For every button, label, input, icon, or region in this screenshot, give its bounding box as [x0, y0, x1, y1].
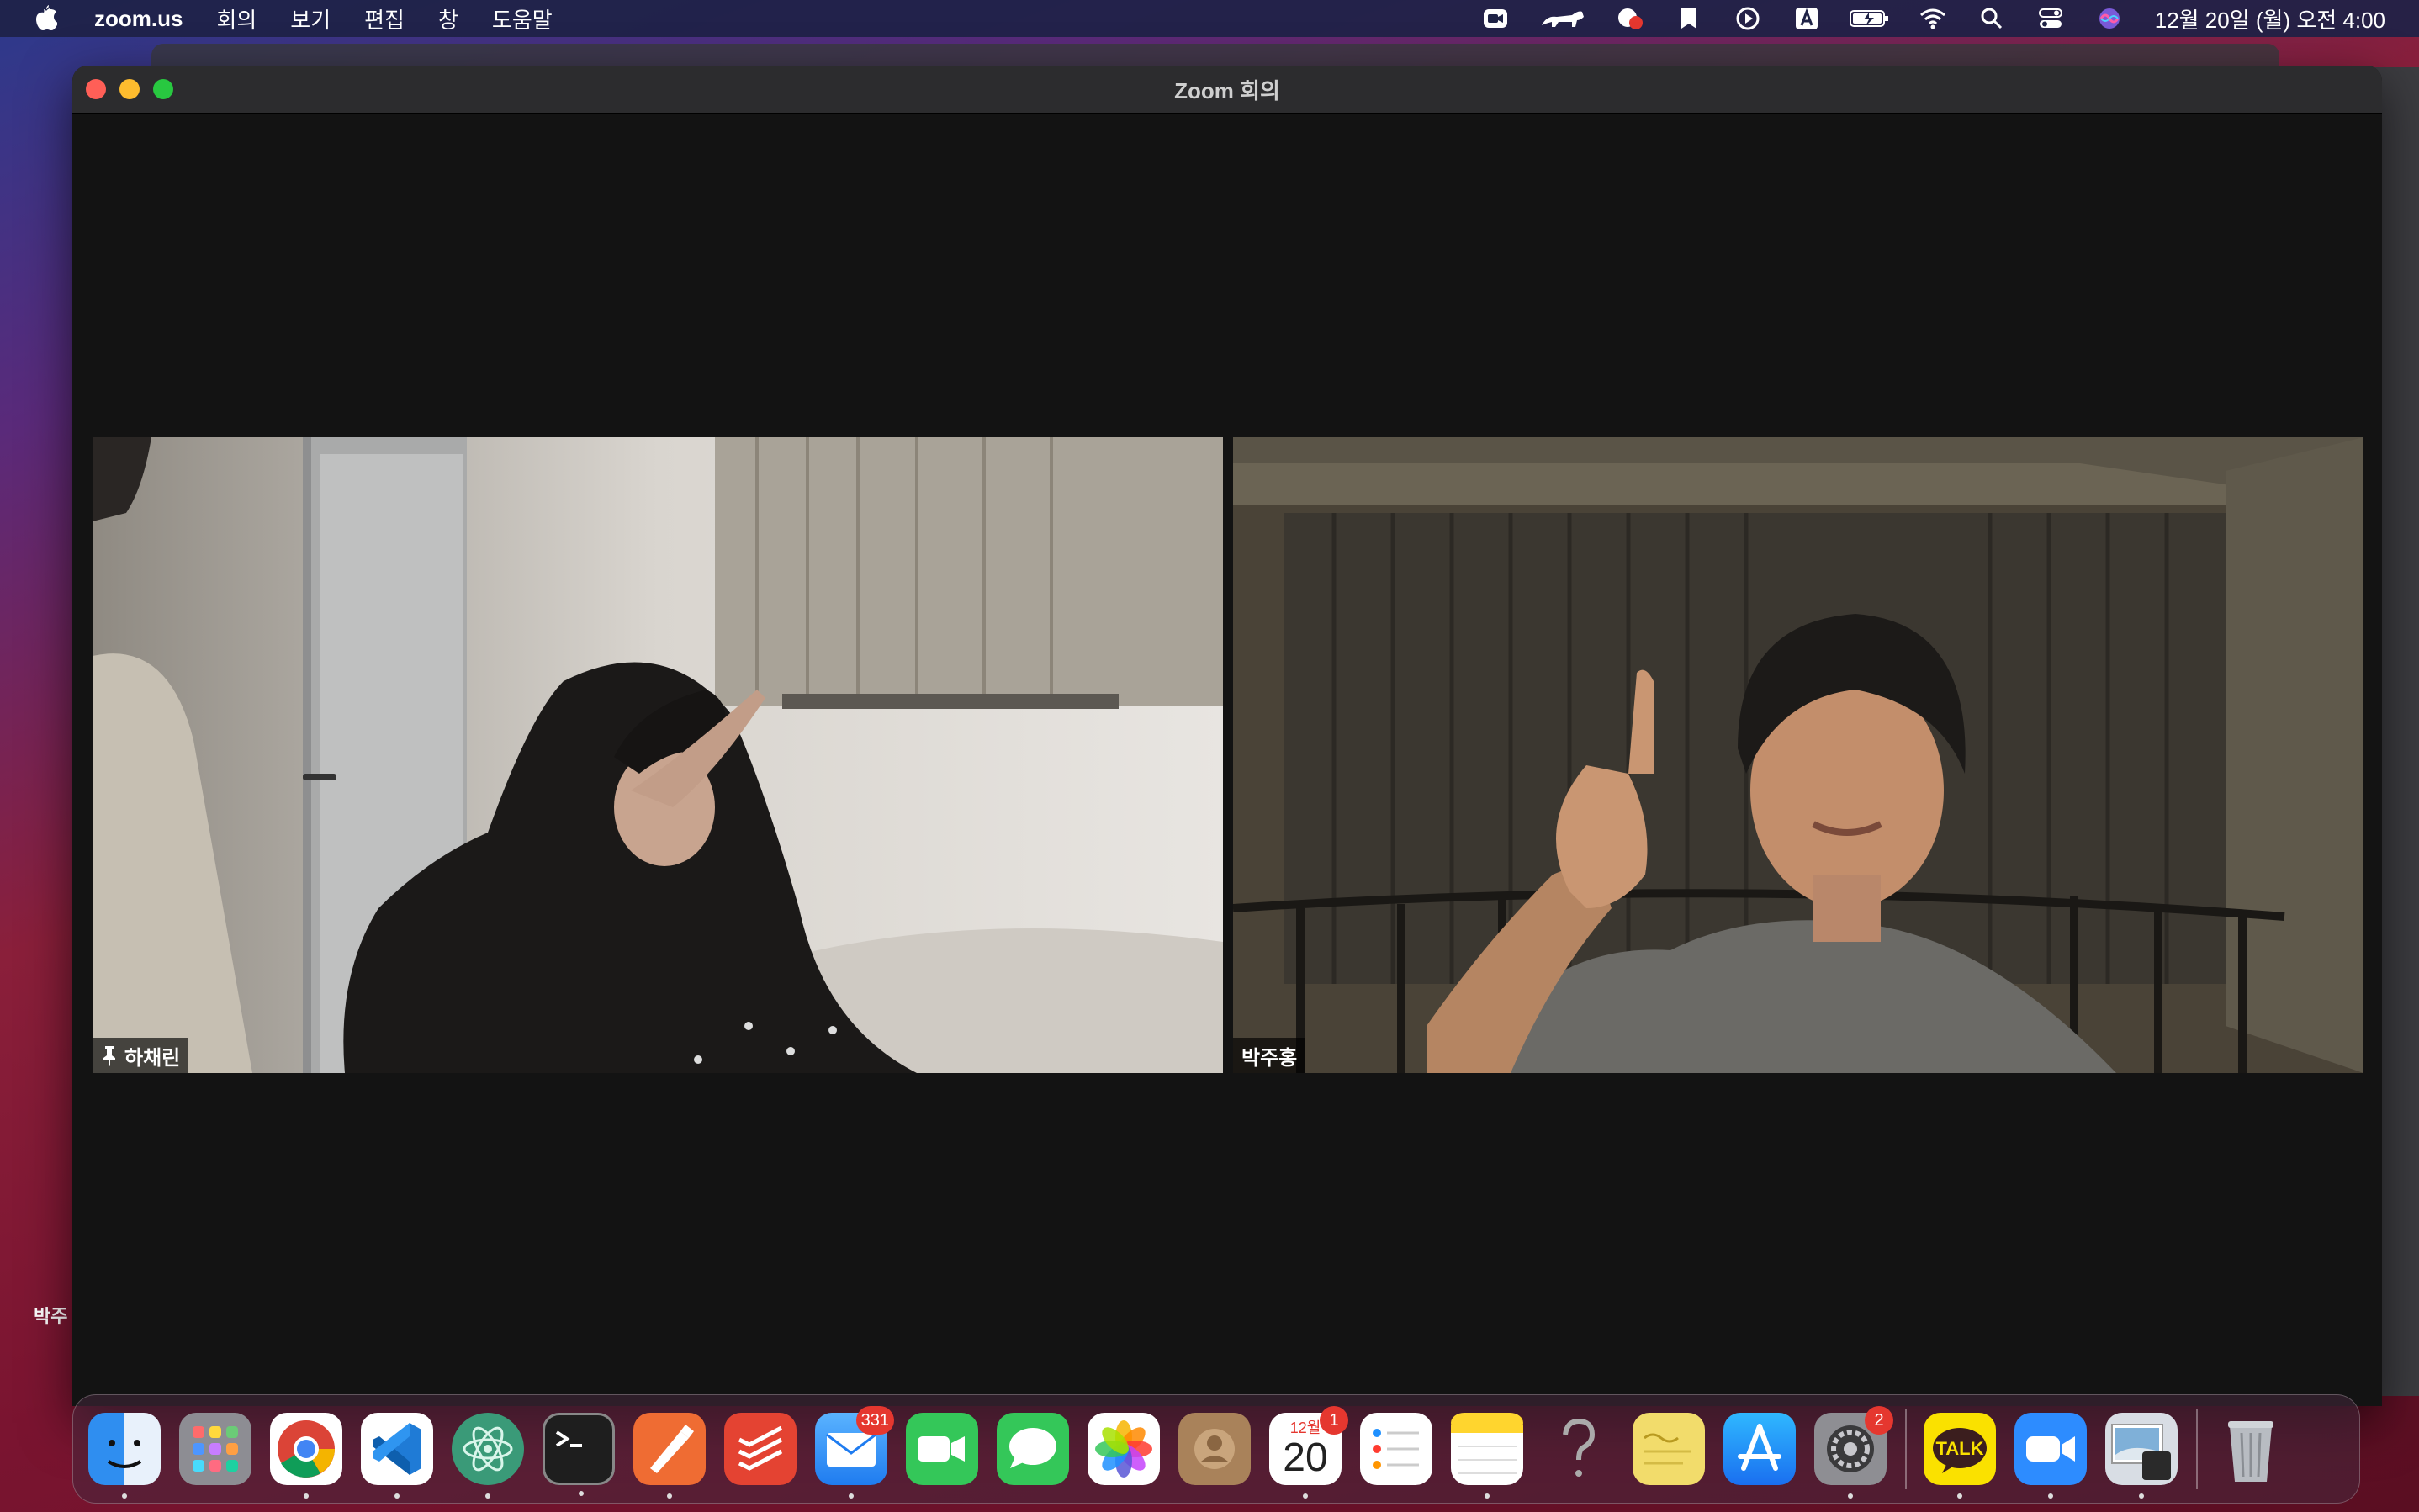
question-mark-icon: [1563, 1418, 1596, 1477]
zoom-meeting-window: Zoom 회의 하채린 박주홍: [72, 66, 2382, 1406]
dock-separator: [1905, 1409, 1907, 1489]
photos-icon: [1095, 1420, 1152, 1478]
menu-window[interactable]: 창: [438, 3, 458, 34]
stickies-icon: [1644, 1433, 1691, 1465]
contacts-icon: [1194, 1429, 1235, 1469]
terminal-icon: [555, 1430, 582, 1447]
dock-unknown-app[interactable]: [1542, 1413, 1614, 1485]
dock-todoist[interactable]: [724, 1413, 797, 1485]
participant-video-tile[interactable]: 하채린: [93, 437, 1223, 1073]
dock-finder[interactable]: [88, 1413, 161, 1499]
menu-bar: zoom.us 회의 보기 편집 창 도움말 12월 20일 (월) 오전 4:…: [0, 0, 2419, 37]
todoist-icon: [738, 1425, 783, 1471]
bookmark-icon[interactable]: [1672, 5, 1706, 32]
battery-icon[interactable]: [1849, 5, 1891, 32]
dock-facetime[interactable]: [906, 1413, 978, 1485]
finder-icon: [107, 1440, 142, 1468]
pen-tool-icon: [650, 1425, 694, 1473]
dock-stickies[interactable]: [1633, 1413, 1705, 1485]
dock-launchpad[interactable]: [179, 1413, 251, 1485]
dock-separator: [2196, 1409, 2198, 1489]
dock-contacts[interactable]: [1178, 1413, 1251, 1485]
calendar-day: 20: [1283, 1435, 1328, 1480]
app-name-menu[interactable]: zoom.us: [94, 6, 183, 32]
input-source-icon[interactable]: [1790, 5, 1824, 32]
chat-notification-icon[interactable]: [1613, 5, 1647, 32]
dock: 331 12월 20 1 2 TALK: [72, 1394, 2360, 1504]
menubar-clock[interactable]: 12월 20일 (월) 오전 4:00: [2155, 3, 2385, 34]
zoom-app-icon: [2026, 1436, 2075, 1462]
wifi-icon[interactable]: [1916, 5, 1950, 32]
apple-menu-icon[interactable]: [30, 3, 61, 34]
search-icon[interactable]: [1975, 5, 2009, 32]
participant-name-tag: 박주홍: [1233, 1038, 1306, 1073]
dock-atom[interactable]: [452, 1413, 524, 1499]
zoom-status-icon[interactable]: [1479, 5, 1512, 32]
dock-chrome[interactable]: [270, 1413, 342, 1499]
dock-calendar[interactable]: 12월 20 1: [1269, 1406, 1348, 1499]
reminders-icon: [1373, 1429, 1419, 1469]
dock-preview[interactable]: [2105, 1413, 2178, 1499]
dock-kakaotalk[interactable]: TALK: [1924, 1413, 1996, 1499]
pin-icon: [103, 1046, 115, 1066]
notes-icon: [1451, 1413, 1523, 1474]
play-circle-icon[interactable]: [1731, 5, 1765, 32]
dock-photos[interactable]: [1088, 1413, 1160, 1485]
dock-zoom[interactable]: [2014, 1413, 2087, 1499]
dock-mail[interactable]: 331: [815, 1406, 894, 1499]
messages-icon: [1009, 1428, 1056, 1468]
facetime-icon: [918, 1436, 965, 1462]
chrome-icon: [278, 1420, 335, 1478]
preview-icon: [2111, 1424, 2171, 1480]
calendar-badge: 1: [1320, 1406, 1348, 1435]
dock-terminal[interactable]: [543, 1413, 615, 1496]
dock-reminders[interactable]: [1360, 1413, 1432, 1485]
dock-system-preferences[interactable]: 2: [1814, 1406, 1893, 1499]
mail-unread-badge: 331: [855, 1406, 894, 1435]
window-titlebar: Zoom 회의: [72, 66, 2382, 114]
menu-help[interactable]: 도움말: [492, 3, 553, 34]
dock-app-store[interactable]: [1723, 1413, 1796, 1485]
dock-notes[interactable]: [1451, 1413, 1523, 1499]
trash-icon: [2228, 1421, 2273, 1482]
window-title: Zoom 회의: [1174, 77, 1280, 103]
dock-postman[interactable]: [633, 1413, 706, 1499]
menu-view[interactable]: 보기: [290, 3, 331, 34]
vscode-icon: [373, 1423, 421, 1475]
participant-name: 박주홍: [1241, 1046, 1298, 1070]
participant-name-tag: 하채린: [93, 1038, 189, 1073]
menu-edit[interactable]: 편집: [364, 3, 405, 34]
dock-vscode[interactable]: [361, 1413, 433, 1499]
desktop-file-label[interactable]: 박주: [34, 1302, 67, 1329]
app-store-icon: [1738, 1424, 1781, 1471]
participant-video-frame: [93, 437, 1223, 1073]
atom-icon: [463, 1426, 513, 1472]
settings-badge: 2: [1865, 1406, 1893, 1435]
dock-trash[interactable]: [2215, 1413, 2287, 1485]
dock-messages[interactable]: [997, 1413, 1069, 1485]
participant-video-tile[interactable]: 박주홍: [1233, 437, 2363, 1073]
control-center-icon[interactable]: [2034, 5, 2067, 32]
siri-icon[interactable]: [2093, 5, 2126, 32]
menu-meeting[interactable]: 회의: [216, 3, 257, 34]
launchpad-icon: [193, 1426, 238, 1472]
participant-video-frame: [1233, 437, 2363, 1073]
cat-status-icon[interactable]: [1538, 5, 1588, 32]
kakaotalk-label: TALK: [1935, 1438, 1984, 1459]
participant-name: 하채린: [124, 1046, 181, 1070]
